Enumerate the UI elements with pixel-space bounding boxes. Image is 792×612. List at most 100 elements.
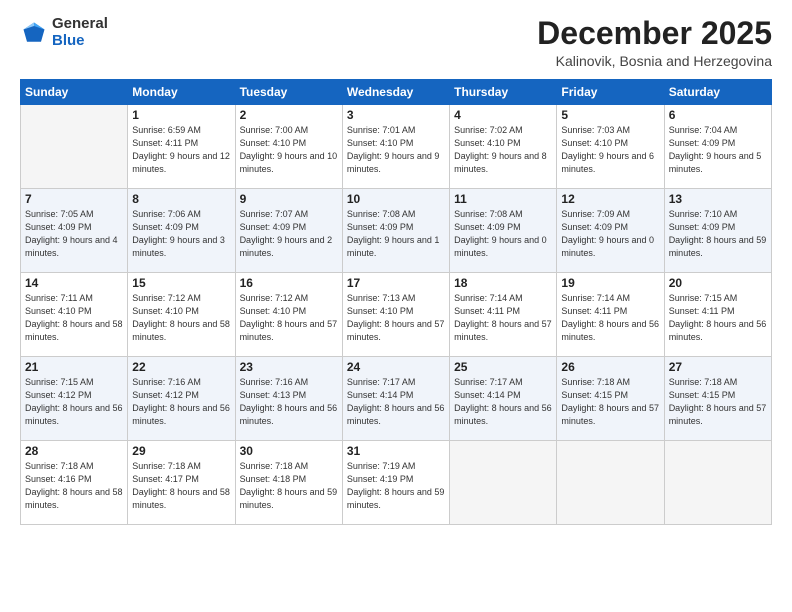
day-info: Sunrise: 7:04 AM Sunset: 4:09 PM Dayligh… (669, 124, 767, 176)
month-title: December 2025 (537, 16, 772, 51)
day-info: Sunrise: 7:00 AM Sunset: 4:10 PM Dayligh… (240, 124, 338, 176)
day-number: 30 (240, 444, 338, 458)
calendar-cell: 14 Sunrise: 7:11 AM Sunset: 4:10 PM Dayli… (21, 273, 128, 357)
calendar-cell: 4Sunrise: 7:02 AM Sunset: 4:10 PM Daylig… (450, 105, 557, 189)
day-number: 17 (347, 276, 445, 290)
calendar-cell: 16Sunrise: 7:12 AM Sunset: 4:10 PM Dayli… (235, 273, 342, 357)
day-info: Sunrise: 7:17 AM Sunset: 4:14 PM Dayligh… (454, 376, 552, 428)
calendar-week-row: 14 Sunrise: 7:11 AM Sunset: 4:10 PM Dayli… (21, 273, 772, 357)
calendar-cell: 10 Sunrise: 7:08 AM Sunset: 4:09 PM Dayli… (342, 189, 449, 273)
day-info: Sunrise: 7:06 AM Sunset: 4:09 PM Dayligh… (132, 208, 230, 260)
calendar-cell: 19 Sunrise: 7:14 AM Sunset: 4:11 PM Dayli… (557, 273, 664, 357)
day-info: Sunrise: 7:01 AM Sunset: 4:10 PM Dayligh… (347, 124, 445, 176)
day-info: Sunrise: 7:18 AM Sunset: 4:15 PM Dayligh… (561, 376, 659, 428)
logo-blue: Blue (52, 33, 108, 50)
day-info: Sunrise: 7:02 AM Sunset: 4:10 PM Dayligh… (454, 124, 552, 176)
day-number: 27 (669, 360, 767, 374)
calendar-cell: 1 Sunrise: 6:59 AM Sunset: 4:11 PM Daylig… (128, 105, 235, 189)
day-number: 19 (561, 276, 659, 290)
calendar-cell: 24 Sunrise: 7:17 AM Sunset: 4:14 PM Dayli… (342, 357, 449, 441)
calendar-cell: 20 Sunrise: 7:15 AM Sunset: 4:11 PM Dayli… (664, 273, 771, 357)
day-info: Sunrise: 7:12 AM Sunset: 4:10 PM Dayligh… (132, 292, 230, 344)
header-thursday: Thursday (450, 80, 557, 105)
day-info: Sunrise: 7:18 AM Sunset: 4:18 PM Dayligh… (240, 460, 338, 512)
day-number: 11 (454, 192, 552, 206)
calendar-cell: 15Sunrise: 7:12 AM Sunset: 4:10 PM Dayli… (128, 273, 235, 357)
calendar-cell: 11 Sunrise: 7:08 AM Sunset: 4:09 PM Dayli… (450, 189, 557, 273)
day-info: Sunrise: 7:17 AM Sunset: 4:14 PM Dayligh… (347, 376, 445, 428)
day-number: 31 (347, 444, 445, 458)
logo: General Blue (20, 16, 108, 49)
calendar-cell: 9 Sunrise: 7:07 AM Sunset: 4:09 PM Daylig… (235, 189, 342, 273)
day-number: 24 (347, 360, 445, 374)
day-number: 26 (561, 360, 659, 374)
calendar-week-row: 7 Sunrise: 7:05 AM Sunset: 4:09 PM Daylig… (21, 189, 772, 273)
day-number: 16 (240, 276, 338, 290)
logo-icon (20, 19, 48, 47)
calendar-cell: 18Sunrise: 7:14 AM Sunset: 4:11 PM Dayli… (450, 273, 557, 357)
day-info: Sunrise: 7:13 AM Sunset: 4:10 PM Dayligh… (347, 292, 445, 344)
day-number: 7 (25, 192, 123, 206)
day-number: 5 (561, 108, 659, 122)
day-number: 6 (669, 108, 767, 122)
calendar-cell: 30 Sunrise: 7:18 AM Sunset: 4:18 PM Dayli… (235, 441, 342, 525)
calendar-cell (450, 441, 557, 525)
calendar-cell (664, 441, 771, 525)
calendar-cell (21, 105, 128, 189)
calendar-cell (557, 441, 664, 525)
calendar-cell: 28 Sunrise: 7:18 AM Sunset: 4:16 PM Dayli… (21, 441, 128, 525)
day-info: Sunrise: 7:11 AM Sunset: 4:10 PM Dayligh… (25, 292, 123, 344)
page: General Blue December 2025 Kalinovik, Bo… (0, 0, 792, 612)
calendar-cell: 29 Sunrise: 7:18 AM Sunset: 4:17 PM Dayli… (128, 441, 235, 525)
day-number: 18 (454, 276, 552, 290)
day-number: 10 (347, 192, 445, 206)
day-info: Sunrise: 7:18 AM Sunset: 4:16 PM Dayligh… (25, 460, 123, 512)
day-info: Sunrise: 7:14 AM Sunset: 4:11 PM Dayligh… (561, 292, 659, 344)
calendar-week-row: 28 Sunrise: 7:18 AM Sunset: 4:16 PM Dayli… (21, 441, 772, 525)
calendar-cell: 12 Sunrise: 7:09 AM Sunset: 4:09 PM Dayli… (557, 189, 664, 273)
calendar-cell: 25 Sunrise: 7:17 AM Sunset: 4:14 PM Dayli… (450, 357, 557, 441)
header: General Blue December 2025 Kalinovik, Bo… (20, 16, 772, 69)
day-info: Sunrise: 7:15 AM Sunset: 4:12 PM Dayligh… (25, 376, 123, 428)
day-number: 1 (132, 108, 230, 122)
day-number: 12 (561, 192, 659, 206)
day-info: Sunrise: 7:16 AM Sunset: 4:12 PM Dayligh… (132, 376, 230, 428)
calendar-table: Sunday Monday Tuesday Wednesday Thursday… (20, 79, 772, 525)
calendar-cell: 3Sunrise: 7:01 AM Sunset: 4:10 PM Daylig… (342, 105, 449, 189)
calendar-cell: 26 Sunrise: 7:18 AM Sunset: 4:15 PM Dayli… (557, 357, 664, 441)
logo-general: General (52, 16, 108, 33)
day-number: 9 (240, 192, 338, 206)
calendar-cell: 5 Sunrise: 7:03 AM Sunset: 4:10 PM Daylig… (557, 105, 664, 189)
location-subtitle: Kalinovik, Bosnia and Herzegovina (537, 53, 772, 69)
weekday-header-row: Sunday Monday Tuesday Wednesday Thursday… (21, 80, 772, 105)
calendar-cell: 2Sunrise: 7:00 AM Sunset: 4:10 PM Daylig… (235, 105, 342, 189)
day-number: 13 (669, 192, 767, 206)
day-info: Sunrise: 7:19 AM Sunset: 4:19 PM Dayligh… (347, 460, 445, 512)
header-wednesday: Wednesday (342, 80, 449, 105)
day-info: Sunrise: 7:18 AM Sunset: 4:15 PM Dayligh… (669, 376, 767, 428)
calendar-cell: 17 Sunrise: 7:13 AM Sunset: 4:10 PM Dayli… (342, 273, 449, 357)
day-info: Sunrise: 6:59 AM Sunset: 4:11 PM Dayligh… (132, 124, 230, 176)
day-number: 28 (25, 444, 123, 458)
day-info: Sunrise: 7:05 AM Sunset: 4:09 PM Dayligh… (25, 208, 123, 260)
day-info: Sunrise: 7:08 AM Sunset: 4:09 PM Dayligh… (347, 208, 445, 260)
day-info: Sunrise: 7:15 AM Sunset: 4:11 PM Dayligh… (669, 292, 767, 344)
day-info: Sunrise: 7:08 AM Sunset: 4:09 PM Dayligh… (454, 208, 552, 260)
day-info: Sunrise: 7:09 AM Sunset: 4:09 PM Dayligh… (561, 208, 659, 260)
calendar-cell: 21Sunrise: 7:15 AM Sunset: 4:12 PM Dayli… (21, 357, 128, 441)
calendar-cell: 13Sunrise: 7:10 AM Sunset: 4:09 PM Dayli… (664, 189, 771, 273)
header-saturday: Saturday (664, 80, 771, 105)
calendar-week-row: 1 Sunrise: 6:59 AM Sunset: 4:11 PM Daylig… (21, 105, 772, 189)
day-info: Sunrise: 7:03 AM Sunset: 4:10 PM Dayligh… (561, 124, 659, 176)
calendar-cell: 22Sunrise: 7:16 AM Sunset: 4:12 PM Dayli… (128, 357, 235, 441)
logo-text: General Blue (52, 16, 108, 49)
day-number: 14 (25, 276, 123, 290)
day-info: Sunrise: 7:07 AM Sunset: 4:09 PM Dayligh… (240, 208, 338, 260)
day-number: 8 (132, 192, 230, 206)
calendar-cell: 31 Sunrise: 7:19 AM Sunset: 4:19 PM Dayli… (342, 441, 449, 525)
day-number: 25 (454, 360, 552, 374)
day-number: 29 (132, 444, 230, 458)
title-block: December 2025 Kalinovik, Bosnia and Herz… (537, 16, 772, 69)
day-number: 20 (669, 276, 767, 290)
day-info: Sunrise: 7:18 AM Sunset: 4:17 PM Dayligh… (132, 460, 230, 512)
